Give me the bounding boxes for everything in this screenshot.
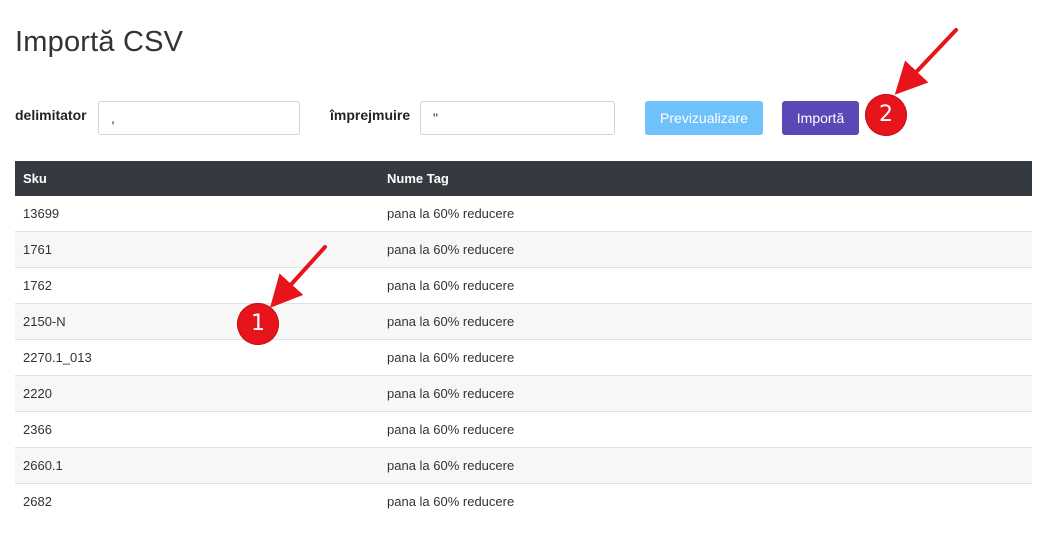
tag-name-cell: pana la 60% reducere: [379, 303, 1032, 340]
table-row: 2660.1 pana la 60% reducere: [15, 447, 1032, 484]
column-header-tag-name: Nume Tag: [379, 161, 1032, 196]
enclosure-label: împrejmuire: [330, 107, 411, 123]
import-csv-page: Importă CSV delimitator împrejmuire Prev…: [0, 0, 1047, 549]
import-button[interactable]: Importă: [782, 101, 859, 135]
tag-name-cell: pana la 60% reducere: [379, 411, 1032, 448]
table-row: 2682 pana la 60% reducere: [15, 483, 1032, 519]
table-header-row: Sku Nume Tag: [15, 161, 1032, 196]
sku-cell: 2270.1_013: [15, 339, 379, 376]
sku-cell: 1761: [15, 231, 379, 268]
delimiter-input[interactable]: [98, 101, 300, 135]
column-header-sku: Sku: [15, 161, 379, 196]
tag-name-cell: pana la 60% reducere: [379, 267, 1032, 304]
tag-name-cell: pana la 60% reducere: [379, 375, 1032, 412]
preview-button[interactable]: Previzualizare: [645, 101, 763, 135]
csv-preview-table: Sku Nume Tag 13699 pana la 60% reducere …: [15, 161, 1032, 519]
sku-cell: 2150-N: [15, 303, 379, 340]
table-row: 1762 pana la 60% reducere: [15, 267, 1032, 304]
table-row: 1761 pana la 60% reducere: [15, 231, 1032, 268]
table-row: 2150-N pana la 60% reducere: [15, 303, 1032, 340]
sku-cell: 13699: [23, 206, 60, 221]
delimiter-label: delimitator: [15, 107, 87, 123]
sku-cell: 1762: [15, 267, 379, 304]
sku-cell: 2366: [15, 411, 379, 448]
table-row: 2270.1_013 pana la 60% reducere: [15, 339, 1032, 376]
sku-cell: 2682: [15, 483, 379, 519]
tag-name-cell: pana la 60% reducere: [379, 483, 1032, 519]
tag-name-cell: pana la 60% reducere: [379, 447, 1032, 484]
enclosure-input[interactable]: [420, 101, 615, 135]
sku-cell: 2660.1: [15, 447, 379, 484]
page-title: Importă CSV: [15, 26, 184, 58]
table-row: 2220 pana la 60% reducere: [15, 375, 1032, 412]
annotation-badge-2: 2: [865, 94, 907, 136]
tag-name-cell: pana la 60% reducere: [379, 231, 1032, 268]
tag-name-cell: pana la 60% reducere: [387, 206, 515, 221]
tag-name-cell: pana la 60% reducere: [379, 339, 1032, 376]
table-row: 2366 pana la 60% reducere: [15, 411, 1032, 448]
annotation-arrow-2: [894, 28, 958, 95]
table-row: 13699 pana la 60% reducere: [15, 196, 1032, 232]
annotation-badge-1: 1: [237, 303, 279, 345]
sku-cell: 2220: [15, 375, 379, 412]
